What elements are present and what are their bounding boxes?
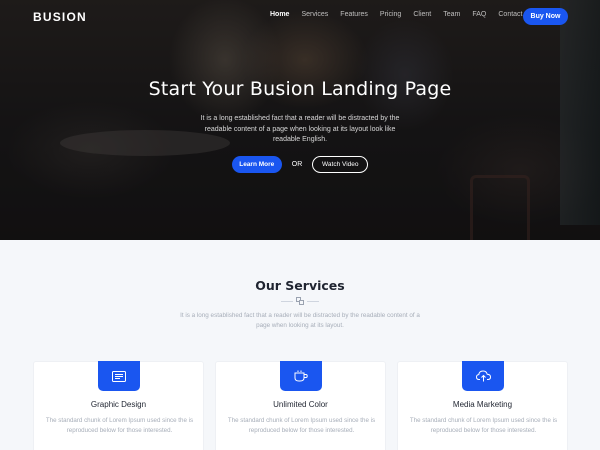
service-card-unlimited-color[interactable]: Unlimited Color The standard chunk of Lo…	[215, 361, 386, 450]
service-card-graphic-design[interactable]: Graphic Design The standard chunk of Lor…	[33, 361, 204, 450]
hero-description: It is a long established fact that a rea…	[200, 115, 400, 143]
learn-more-button[interactable]: Learn More	[231, 156, 282, 173]
services-section: Our Services It is a long established fa…	[0, 240, 600, 450]
divider-line-left	[281, 300, 293, 302]
nav-item-faq[interactable]: FAQ	[472, 11, 486, 18]
cloud-upload-icon	[462, 361, 504, 391]
services-title: Our Services	[255, 278, 345, 293]
coffee-cup-icon	[280, 361, 322, 391]
hero-title: Start Your Busion Landing Page	[148, 78, 452, 100]
nav-item-features[interactable]: Features	[340, 11, 368, 18]
divider-line-right	[307, 300, 319, 302]
buy-now-button[interactable]: Buy Now	[523, 8, 568, 25]
nav-menu: Home Services Features Pricing Client Te…	[270, 11, 535, 18]
service-card-media-marketing[interactable]: Media Marketing The standard chunk of Lo…	[397, 361, 568, 450]
service-card-description: The standard chunk of Lorem Ipsum used s…	[409, 417, 558, 434]
graphic-design-icon	[98, 361, 140, 391]
hero-content: Start Your Busion Landing Page It is a l…	[0, 78, 600, 173]
hero-actions: Learn More OR Watch Video	[0, 156, 600, 173]
services-description: It is a long established fact that a rea…	[180, 312, 420, 329]
brand-logo[interactable]: BUSION	[33, 10, 87, 24]
nav-item-home[interactable]: Home	[270, 11, 289, 18]
squares-icon	[296, 297, 304, 305]
title-divider	[278, 297, 322, 305]
watch-video-button[interactable]: Watch Video	[312, 156, 369, 173]
service-card-description: The standard chunk of Lorem Ipsum used s…	[227, 417, 376, 434]
nav-item-services[interactable]: Services	[301, 11, 328, 18]
nav-item-client[interactable]: Client	[413, 11, 431, 18]
service-card-title: Unlimited Color	[273, 400, 328, 409]
service-card-title: Media Marketing	[452, 400, 513, 409]
hero-section: BUSION Home Services Features Pricing Cl…	[0, 0, 600, 240]
service-card-description: The standard chunk of Lorem Ipsum used s…	[45, 417, 194, 434]
nav-item-team[interactable]: Team	[443, 11, 460, 18]
top-navigation: BUSION Home Services Features Pricing Cl…	[0, 0, 600, 34]
or-separator: OR	[291, 161, 303, 168]
nav-item-pricing[interactable]: Pricing	[380, 11, 401, 18]
nav-item-contact[interactable]: Contact	[498, 11, 522, 18]
hero-background-chair	[470, 175, 530, 240]
service-card-title: Graphic Design	[90, 400, 147, 409]
